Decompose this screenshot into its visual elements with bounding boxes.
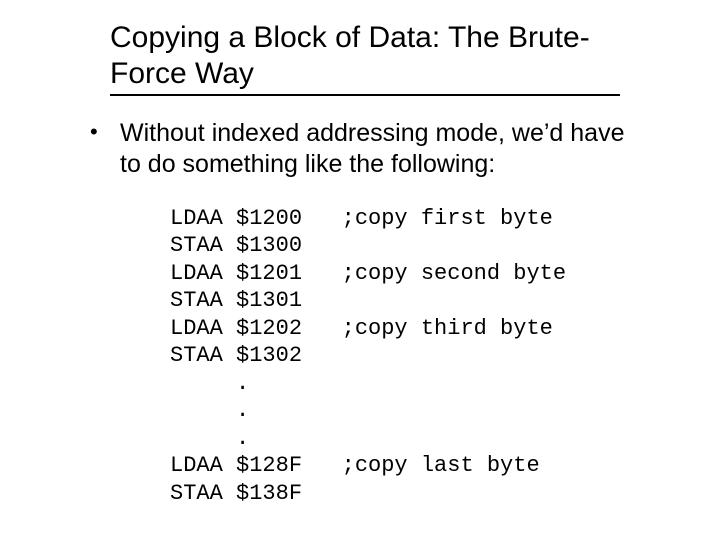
code-line: LDAA $128F ;copy last byte <box>170 453 540 478</box>
code-line: LDAA $1200 ;copy first byte <box>170 206 553 231</box>
code-line: LDAA $1202 ;copy third byte <box>170 316 553 341</box>
slide: Copying a Block of Data: The Brute-Force… <box>0 0 720 540</box>
code-line: STAA $138F <box>170 481 302 506</box>
code-line: . <box>170 398 249 423</box>
code-line: STAA $1302 <box>170 343 302 368</box>
code-block: LDAA $1200 ;copy first byte STAA $1300 L… <box>170 205 680 508</box>
code-line: STAA $1301 <box>170 288 302 313</box>
bullet-item: • Without indexed addressing mode, we’d … <box>90 118 640 181</box>
code-line: STAA $1300 <box>170 233 302 258</box>
code-line: LDAA $1201 ;copy second byte <box>170 261 566 286</box>
code-line: . <box>170 426 249 451</box>
slide-title: Copying a Block of Data: The Brute-Force… <box>110 20 620 96</box>
bullet-dot-icon: • <box>90 118 120 147</box>
code-line: . <box>170 371 249 396</box>
bullet-text: Without indexed addressing mode, we’d ha… <box>120 118 640 181</box>
